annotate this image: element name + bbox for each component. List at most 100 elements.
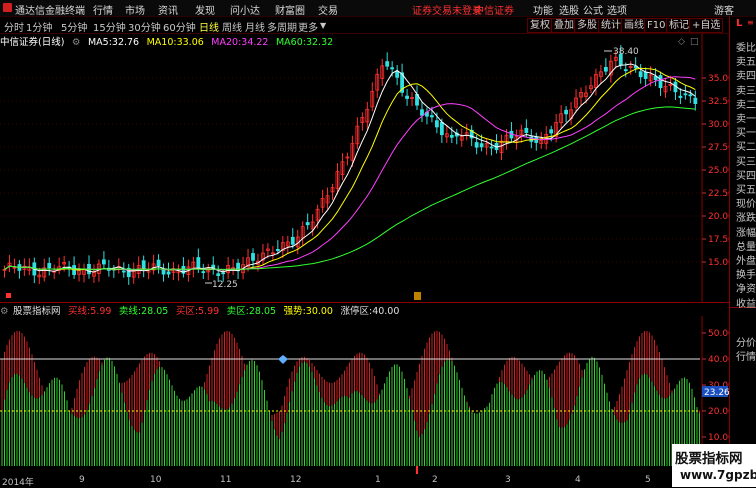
price-tick-label: 35.00 [708, 74, 729, 84]
candle-body [449, 134, 454, 138]
tab-5min[interactable]: 5分钟 [61, 19, 87, 34]
x-label-year: 2014年 [2, 478, 34, 488]
menu-wenxiaoda[interactable]: 问小达 [230, 2, 260, 17]
candle-body [251, 253, 255, 261]
menu-shichang[interactable]: 市场 [125, 2, 145, 17]
high-label: 38.40 [613, 47, 639, 57]
menu-gongneng[interactable]: 功能 [533, 2, 553, 17]
quote-field-3: 卖三 [736, 85, 756, 97]
candle-body [479, 143, 484, 148]
quote-field-18: 收益 [736, 298, 756, 310]
broker-name: 中信证券 [474, 6, 514, 17]
price-tick-label: 32.50 [708, 97, 729, 107]
candle-body [439, 122, 444, 136]
indicator-chart[interactable]: 60.0050.0040.0030.0020.0010.00 23.26 [0, 316, 729, 474]
tab-weekly[interactable]: 周线 [222, 19, 242, 34]
candle-body [196, 257, 201, 269]
x-label-12: 12 [290, 475, 302, 485]
quote-field-6: 买一 [736, 128, 756, 140]
tab-more[interactable]: 更多 [298, 19, 318, 34]
quote-field-10: 买五 [736, 185, 756, 196]
quote-field-17: 净资 [736, 284, 756, 296]
candle-body [658, 75, 663, 89]
add-favorite-button[interactable]: +自选 [689, 18, 724, 33]
tab-60min[interactable]: 60分钟 [163, 19, 196, 34]
x-label-10: 10 [150, 475, 162, 485]
menu-jiaoyi[interactable]: 交易 [318, 2, 338, 17]
tab-daily[interactable]: 日线 [199, 19, 219, 34]
event-marker-icon[interactable] [6, 293, 11, 298]
candle-body [474, 142, 479, 148]
panel-menu-icon[interactable]: ≡ [747, 18, 754, 27]
candle-body [524, 127, 529, 133]
candle-body [216, 273, 221, 276]
more-dropdown-icon[interactable]: ▼ [320, 21, 326, 30]
tab-monthly[interactable]: 月线 [245, 19, 265, 34]
candlestick-chart[interactable]: 35.00 32.50 30.00 27.50 25.00 22.50 20.00 17.50… [0, 34, 729, 302]
candle-body [638, 71, 643, 78]
candle-body [430, 115, 434, 118]
tab-30min[interactable]: 30分钟 [128, 19, 161, 34]
price-tick-label: 17.50 [708, 235, 729, 245]
diamond-signal-icon [278, 355, 288, 364]
panel-level-label: L [736, 18, 743, 29]
app-logo-icon [3, 3, 12, 12]
indicator-tick-label: 40.00 [708, 355, 729, 365]
candles-layer [2, 45, 698, 285]
quote-field-2: 卖四 [736, 71, 756, 83]
tab-1min[interactable]: 1分钟 [26, 19, 52, 34]
tab-fenshi[interactable]: 分时 [4, 19, 24, 34]
ma20-line [4, 76, 696, 271]
quote-field-14: 总量 [736, 241, 756, 253]
menu-gongshi[interactable]: 公式 [583, 2, 603, 17]
login-notice[interactable]: 证券交易未登录 [412, 2, 482, 17]
menu-hangqing[interactable]: 行情 [93, 2, 113, 17]
price-tick-label: 15.00 [708, 258, 729, 268]
candle-body [688, 94, 693, 97]
price-tick-label: 30.00 [708, 120, 729, 130]
candle-body [201, 271, 206, 274]
fuquan-button[interactable]: 复权 [527, 18, 553, 33]
f10-button[interactable]: F10 [644, 18, 669, 33]
menu-caifuquan[interactable]: 财富圈 [275, 2, 305, 17]
candle-body [290, 236, 295, 245]
indicator-bars [1, 330, 700, 474]
multi-stock-button[interactable]: 多股 [574, 18, 600, 33]
menu-xuanxiang[interactable]: 选项 [607, 2, 627, 17]
tab-15min[interactable]: 15分钟 [93, 19, 126, 34]
candle-body [102, 259, 106, 265]
ma5-line [4, 63, 696, 273]
tab-multi-period[interactable]: 多周期 [267, 19, 297, 34]
guest-label[interactable]: 游客 [714, 2, 734, 17]
menu-xuangu[interactable]: 选股 [559, 2, 579, 17]
quote-field-7: 买二 [736, 142, 756, 154]
panel-tab-hangqing[interactable]: 行情 [736, 348, 756, 363]
window-restore-icon[interactable]: □ [690, 37, 699, 47]
candle-body [420, 109, 424, 116]
candle-body [141, 260, 146, 270]
quote-panel: L ≡ 分价 行情 委比 卖五 卖四 卖三 卖二 卖一 买一 买二 买三 买四 买五 现价 涨跌 涨幅 总量… [729, 17, 756, 487]
indicator-tick-label: 20.00 [708, 407, 729, 417]
quote-field-11: 现价 [736, 199, 756, 211]
candle-body [121, 270, 126, 273]
candle-body [693, 97, 698, 105]
watermark-title: 股票指标网 [675, 451, 743, 467]
candle-body [47, 263, 52, 269]
ma60-line [4, 106, 696, 270]
quote-field-9: 买四 [736, 170, 756, 182]
moving-average-lines [4, 63, 696, 273]
info-mine-icon[interactable] [414, 292, 421, 300]
x-label-5: 5 [645, 475, 651, 485]
candle-body [275, 248, 280, 251]
x-label-1: 1 [375, 475, 381, 485]
candle-body [489, 146, 494, 149]
candle-body [405, 95, 409, 99]
expand-icon[interactable]: ◇ [678, 37, 685, 47]
menu-faxian[interactable]: 发现 [195, 2, 215, 17]
candle-body [221, 272, 226, 275]
indicator-current-value: 23.26 [704, 388, 729, 398]
panel-tab-fenjia[interactable]: 分价 [736, 334, 756, 349]
watermark-box: 股票指标网 www.7gpzb.com [672, 444, 756, 487]
low-label: 12.25 [212, 280, 238, 290]
menu-zixun[interactable]: 资讯 [158, 2, 178, 17]
